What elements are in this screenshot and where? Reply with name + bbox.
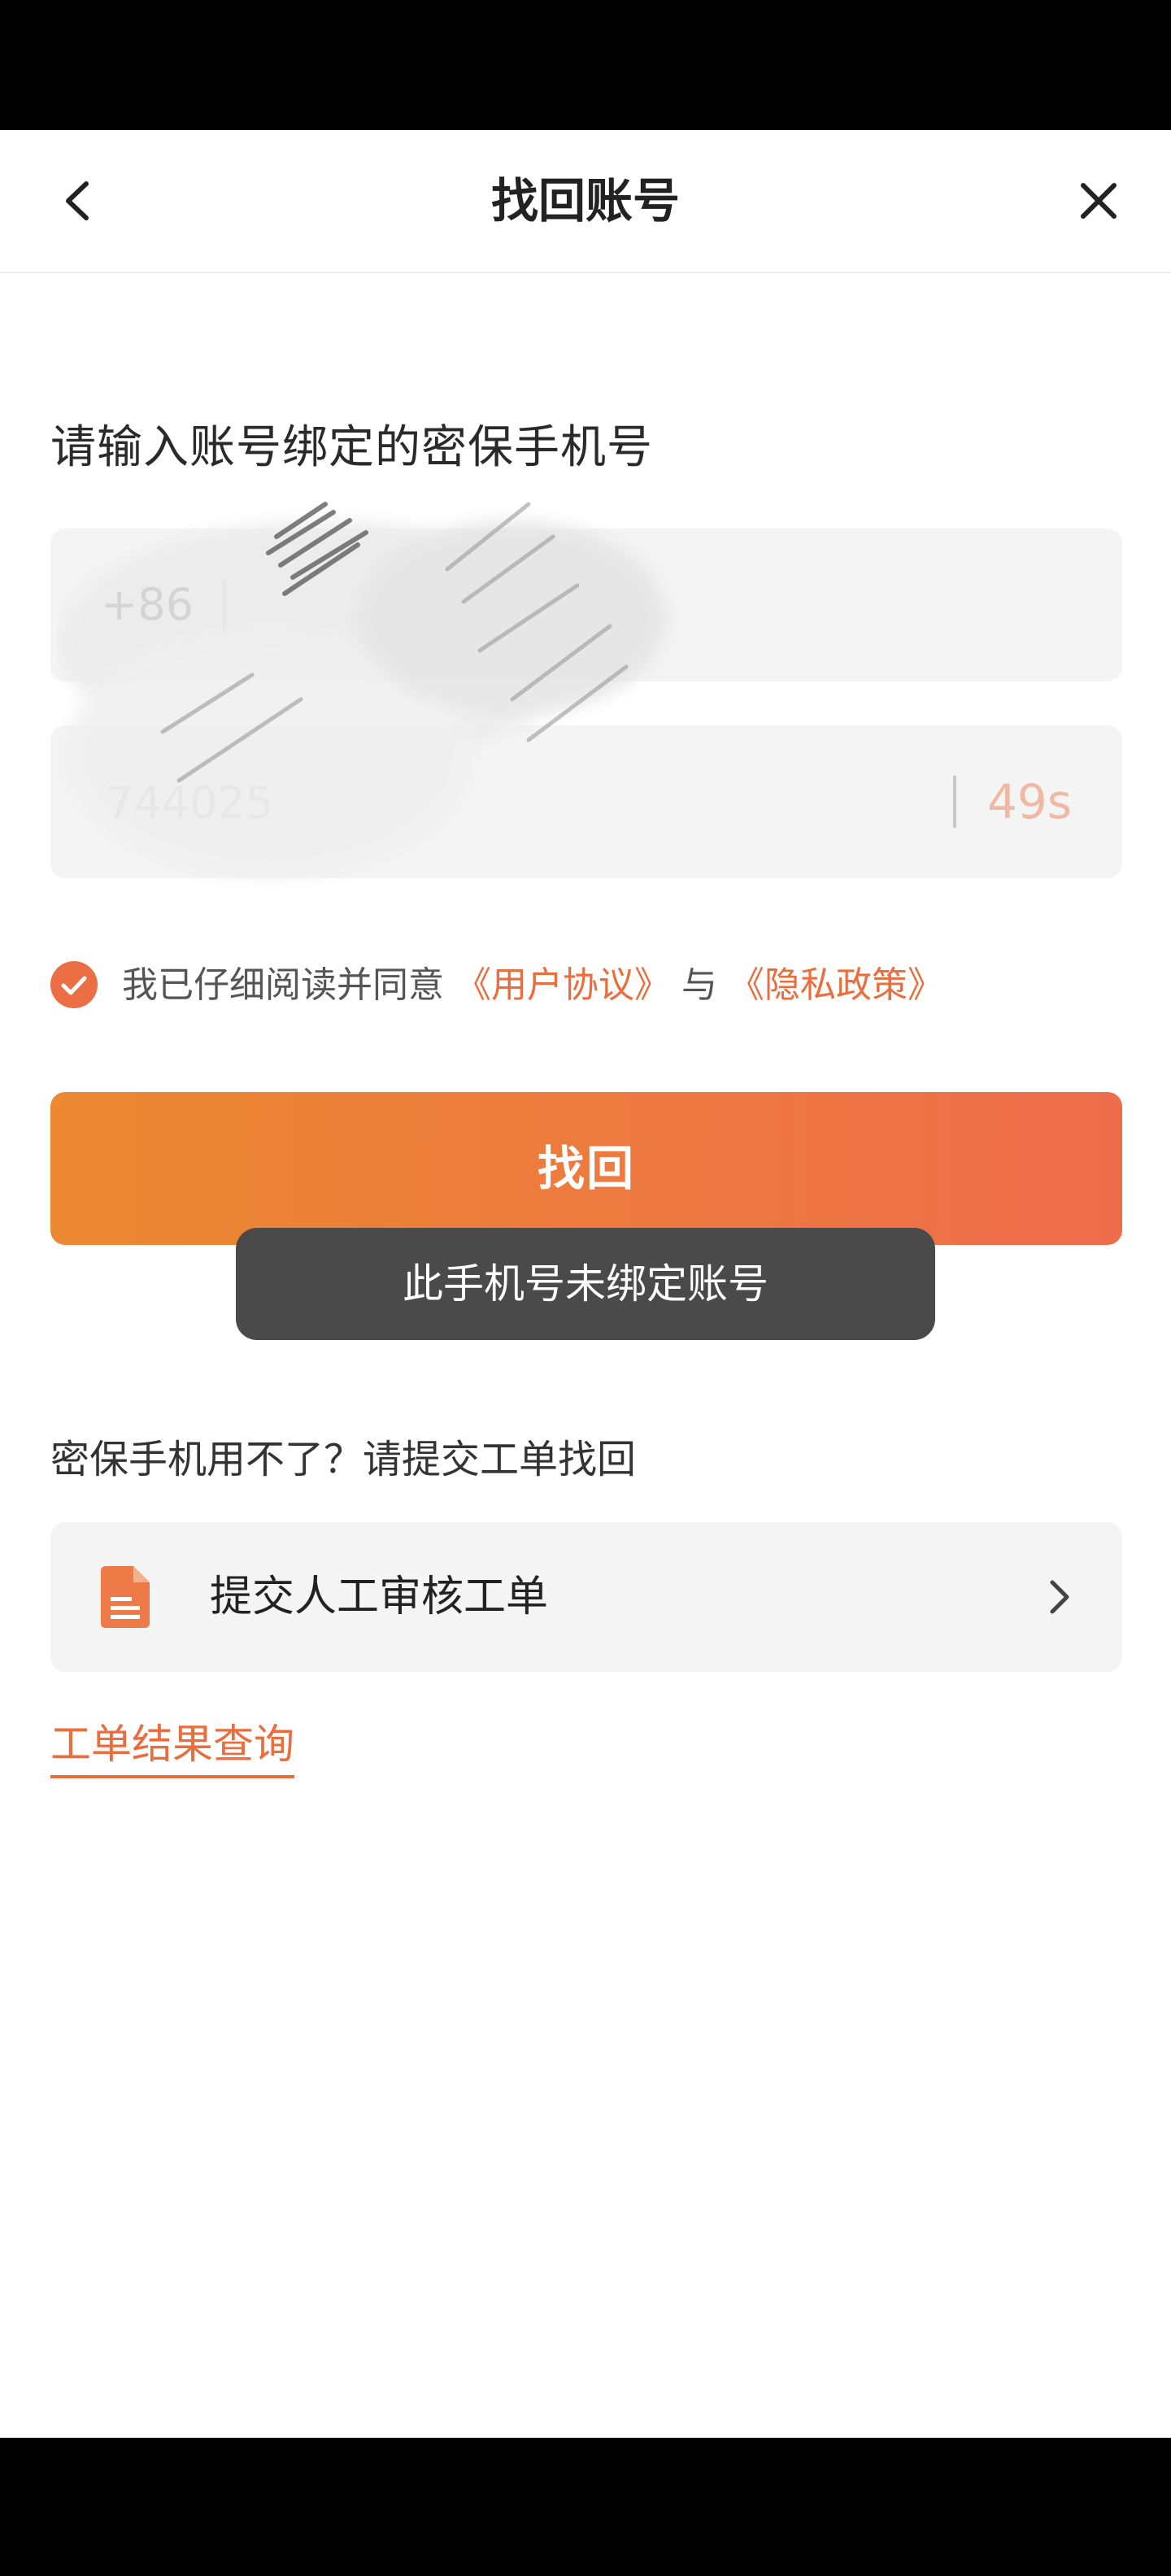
ticket-label: 提交人工审核工单 bbox=[210, 1573, 549, 1621]
document-icon bbox=[101, 1566, 150, 1628]
agreement-text: 我已仔细阅读并同意 《用户协议》 与 《隐私政策》 bbox=[122, 959, 943, 1012]
navigation-bar bbox=[0, 2438, 1171, 2576]
close-icon bbox=[1081, 183, 1117, 219]
field-divider bbox=[953, 776, 956, 828]
phone-field[interactable]: +86 bbox=[50, 529, 1122, 683]
verification-code-input[interactable] bbox=[104, 725, 921, 880]
phone-input[interactable] bbox=[246, 529, 1062, 683]
help-text: 密保手机用不了？请提交工单找回 bbox=[50, 1437, 637, 1482]
nav-bar: 找回账号 bbox=[0, 130, 1171, 273]
recover-button[interactable]: 找回 bbox=[50, 1092, 1122, 1245]
country-code[interactable]: +86 bbox=[101, 529, 194, 681]
checkmark-icon bbox=[61, 976, 87, 995]
resend-countdown: 49s bbox=[986, 774, 1072, 829]
agreement-prefix: 我已仔细阅读并同意 bbox=[122, 964, 444, 1006]
verification-code-field[interactable]: 49s bbox=[50, 725, 1122, 880]
status-bar bbox=[0, 0, 1171, 130]
page-title: 找回账号 bbox=[490, 173, 680, 228]
user-agreement-link[interactable]: 《用户协议》 bbox=[455, 964, 670, 1006]
submit-ticket-button[interactable]: 提交人工审核工单 bbox=[50, 1522, 1122, 1672]
chevron-right-icon bbox=[1050, 1580, 1069, 1614]
privacy-policy-link[interactable]: 《隐私政策》 bbox=[729, 964, 943, 1006]
agreement-conjunction: 与 bbox=[681, 964, 717, 1006]
ticket-result-link[interactable]: 工单结果查询 bbox=[50, 1712, 294, 1778]
form-prompt: 请输入账号绑定的密保手机号 bbox=[50, 421, 653, 474]
toast-message: 此手机号未绑定账号 bbox=[236, 1228, 935, 1340]
close-button[interactable] bbox=[1069, 171, 1129, 231]
agreement-checkbox[interactable] bbox=[50, 961, 98, 1008]
field-divider bbox=[223, 579, 225, 631]
